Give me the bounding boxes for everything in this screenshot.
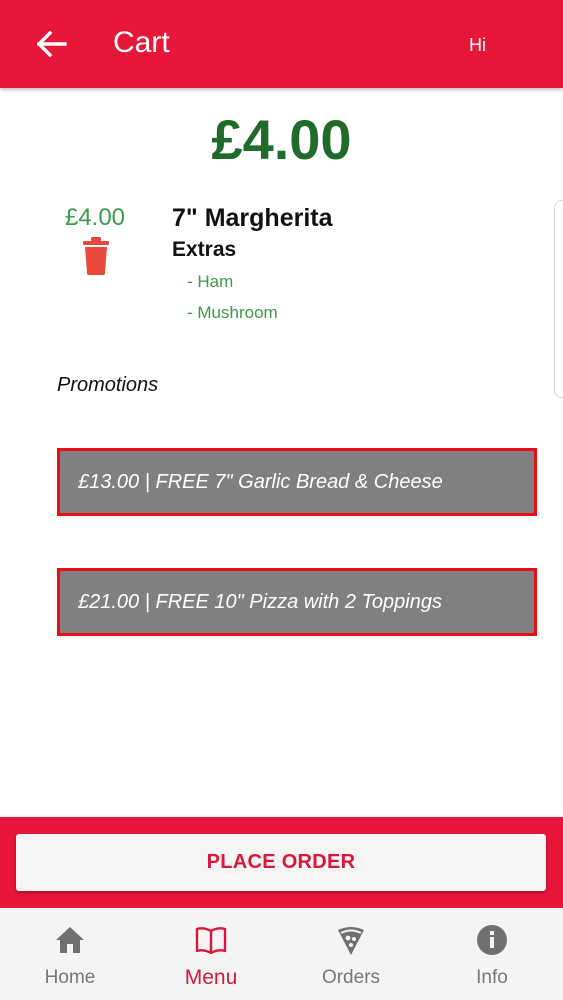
nav-item-home[interactable]: Home (0, 908, 140, 1000)
nav-label-orders: Orders (321, 967, 381, 988)
nav-item-info[interactable]: Info (422, 908, 562, 1000)
extra-item: - Ham (187, 272, 234, 291)
promotion-button[interactable]: £21.00 | FREE 10" Pizza with 2 Toppings (57, 568, 537, 636)
app-bar: Cart Hi (0, 0, 563, 88)
delete-item-button[interactable] (78, 236, 114, 276)
cart-total: £4.00 (211, 108, 352, 171)
pizza-slice-icon (333, 922, 369, 958)
nav-item-menu[interactable]: Menu (141, 908, 281, 1000)
promotion-button[interactable]: £13.00 | FREE 7" Garlic Bread & Cheese (57, 448, 537, 516)
bottom-nav: Home Menu Orders Info (0, 908, 563, 1000)
trash-icon (83, 237, 109, 275)
cart-item-name: 7" Margherita (172, 204, 333, 232)
info-icon (474, 922, 510, 958)
nav-item-orders[interactable]: Orders (281, 908, 421, 1000)
place-order-button[interactable]: PLACE ORDER (16, 834, 546, 891)
page-title: Cart (113, 26, 170, 59)
user-greeting: Hi (469, 35, 486, 55)
cart-item-price: £4.00 (64, 204, 126, 231)
arrow-left-icon (37, 31, 67, 57)
place-order-bar: PLACE ORDER (0, 817, 563, 908)
nav-label-info: Info (476, 967, 508, 988)
side-drawer-handle[interactable] (554, 200, 563, 398)
extras-label: Extras (172, 238, 237, 261)
promotions-label: Promotions (57, 374, 159, 396)
extra-item: - Mushroom (187, 303, 278, 322)
nav-label-home: Home (44, 967, 96, 988)
home-icon (52, 922, 88, 958)
nav-label-menu: Menu (184, 966, 238, 989)
book-icon (193, 922, 229, 958)
back-button[interactable] (30, 22, 74, 66)
